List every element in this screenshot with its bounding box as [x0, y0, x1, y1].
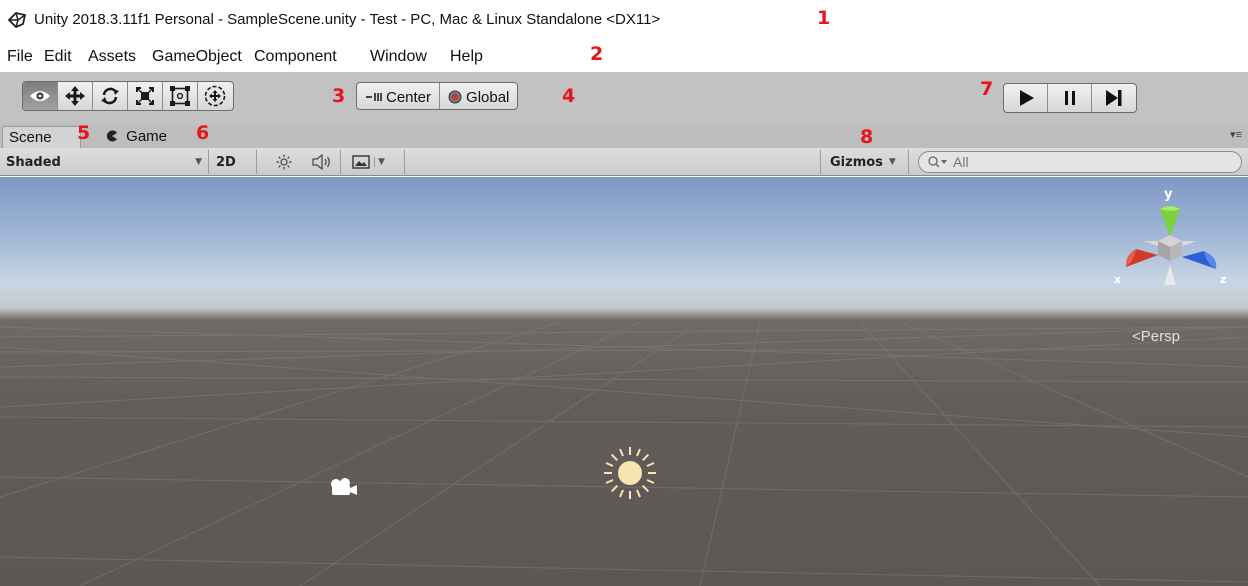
- pause-button[interactable]: [1048, 84, 1092, 112]
- annotation-6: 6: [196, 122, 210, 144]
- center-pivot-icon: [366, 93, 382, 101]
- dropdown-arrow-icon: ▼: [195, 157, 202, 167]
- audio-toggle[interactable]: [312, 151, 332, 173]
- speaker-icon: [312, 154, 330, 170]
- sun-icon: [276, 154, 292, 170]
- tab-game-label: Game: [126, 128, 168, 145]
- annotation-1: 1: [817, 7, 831, 29]
- search-icon: [928, 156, 947, 168]
- menu-assets[interactable]: Assets: [88, 48, 136, 66]
- divider: [404, 150, 405, 174]
- menu-bar: File Edit Assets GameObject Component Wi…: [0, 42, 1248, 72]
- axis-y-label: y: [1164, 187, 1173, 202]
- search-box[interactable]: [918, 151, 1242, 173]
- camera-gizmo-icon[interactable]: [326, 475, 362, 499]
- pivot-global-label: Global: [466, 88, 510, 106]
- menu-component[interactable]: Component: [254, 48, 337, 66]
- rect-transform-icon: [170, 86, 190, 106]
- scene-viewport[interactable]: y x z <Persp: [0, 177, 1248, 586]
- gizmos-label: Gizmos: [830, 154, 883, 170]
- divider: [340, 150, 341, 174]
- combined-transform-icon: [205, 85, 226, 107]
- dropdown-arrow-icon: ▼: [374, 157, 385, 167]
- draw-mode-dropdown[interactable]: Shaded ▼: [6, 151, 202, 173]
- annotation-2: 2: [590, 43, 604, 65]
- scale-tool-button[interactable]: [128, 82, 163, 110]
- dropdown-arrow-icon: ▼: [888, 157, 896, 167]
- rotate-icon: [101, 87, 119, 105]
- menu-edit[interactable]: Edit: [44, 48, 72, 66]
- transform-tools: [22, 81, 234, 111]
- pivot-controls: Center Global: [356, 82, 519, 110]
- move-arrows-icon: [65, 86, 85, 106]
- axis-gizmo-icon: [1125, 206, 1217, 285]
- unity-logo-icon: [7, 12, 27, 29]
- pivot-center-button[interactable]: Center: [357, 83, 441, 109]
- annotation-3: 3: [332, 85, 346, 107]
- divider: [820, 150, 821, 174]
- effects-dropdown[interactable]: ▼: [374, 151, 385, 173]
- axis-x-label: x: [1114, 273, 1122, 286]
- globe-icon: [448, 90, 462, 104]
- tab-game[interactable]: Game: [100, 126, 173, 148]
- pause-icon: [1064, 91, 1075, 105]
- gizmos-dropdown[interactable]: Gizmos ▼: [830, 151, 896, 173]
- axis-z-label: z: [1220, 273, 1227, 286]
- view-tool-button[interactable]: [23, 82, 58, 110]
- play-button[interactable]: [1004, 84, 1048, 112]
- search-input[interactable]: [953, 153, 1223, 171]
- move-tool-button[interactable]: [58, 82, 93, 110]
- eye-icon: [30, 91, 50, 101]
- 2d-toggle-button[interactable]: 2D: [216, 151, 236, 173]
- pivot-center-label: Center: [386, 88, 432, 106]
- draw-mode-value: Shaded: [6, 154, 61, 170]
- menu-file[interactable]: File: [7, 48, 33, 66]
- tab-scene[interactable]: Scene: [2, 126, 81, 148]
- light-gizmo-icon[interactable]: [598, 441, 662, 505]
- scene-toolbar: Shaded ▼ 2D ▼ Gizmos ▼: [0, 148, 1248, 176]
- play-icon: [1019, 90, 1034, 106]
- ground-grid: [0, 321, 1248, 586]
- divider: [256, 150, 257, 174]
- effects-toggle[interactable]: [352, 151, 370, 173]
- chevron-left-icon: <: [1132, 328, 1141, 345]
- step-button[interactable]: [1092, 84, 1136, 112]
- playback-controls: [1003, 83, 1137, 113]
- divider: [908, 150, 909, 174]
- tab-scene-label: Scene: [9, 129, 52, 146]
- rect-tool-button[interactable]: [163, 82, 198, 110]
- menu-window[interactable]: Window: [370, 48, 427, 66]
- window-title-bar: Unity 2018.3.11f1 Personal - SampleScene…: [0, 0, 1248, 42]
- annotation-7: 7: [980, 78, 994, 100]
- step-icon: [1106, 90, 1122, 106]
- tab-row: Scene 5 Game 6 ▾≡: [0, 124, 1248, 148]
- menu-help[interactable]: Help: [450, 48, 483, 66]
- divider: [208, 150, 209, 174]
- pacman-icon: [106, 130, 117, 142]
- image-effects-icon: [352, 155, 370, 169]
- rotate-tool-button[interactable]: [93, 82, 128, 110]
- tab-menu-icon[interactable]: ▾≡: [1230, 128, 1242, 141]
- orientation-gizmo[interactable]: y x z: [1112, 187, 1228, 305]
- lighting-toggle[interactable]: [276, 151, 292, 173]
- annotation-4: 4: [562, 85, 576, 107]
- scale-icon: [136, 87, 154, 105]
- annotation-5: 5: [77, 122, 91, 144]
- pivot-global-button[interactable]: Global: [440, 83, 517, 109]
- transform-tool-button[interactable]: [198, 82, 233, 110]
- projection-label: Persp: [1140, 328, 1180, 345]
- window-title: Unity 2018.3.11f1 Personal - SampleScene…: [34, 11, 661, 28]
- annotation-8: 8: [860, 126, 874, 148]
- menu-gameobject[interactable]: GameObject: [152, 48, 242, 66]
- 2d-toggle-label: 2D: [216, 154, 236, 170]
- main-toolbar: 3 Center Global 4 7: [0, 72, 1248, 124]
- projection-toggle[interactable]: <Persp: [1132, 328, 1180, 345]
